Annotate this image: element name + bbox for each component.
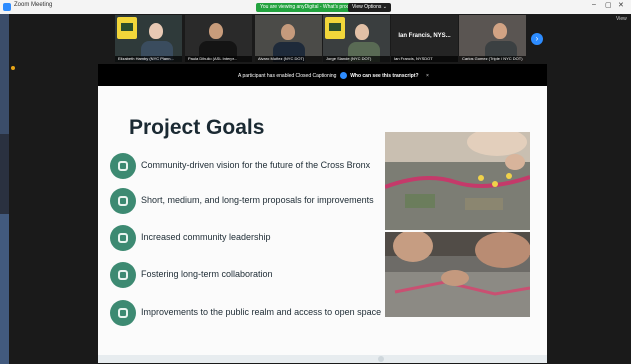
participant-tile[interactable]: Elizabeth Hamby (NYC Plann...: [115, 15, 182, 62]
organization-logo-icon: [325, 17, 345, 39]
goal-text: Fostering long-term collaboration: [141, 269, 273, 279]
participant-name: Elizabeth Hamby (NYC Plann...: [115, 56, 182, 62]
leadership-icon: [110, 225, 136, 251]
goal-text: Community-driven vision for the future o…: [141, 160, 371, 170]
participant-name: Alvaro Muñez (NYC DOT): [255, 56, 322, 62]
sidebar-video-strip: [0, 14, 9, 364]
slide-indicator-icon: [378, 356, 384, 362]
view-toggle[interactable]: View: [616, 16, 627, 22]
participant-tile[interactable]: Carlos Gomez (Triple / NYC DOT): [459, 15, 526, 62]
lightbulb-icon: [110, 188, 136, 214]
goal-text: Improvements to the public realm and acc…: [141, 307, 382, 317]
open-space-icon: [110, 300, 136, 326]
slide-title: Project Goals: [129, 116, 265, 139]
slide-bottom-bar: [98, 355, 547, 363]
minimize-button[interactable]: –: [592, 1, 596, 8]
participant-tile[interactable]: Alvaro Muñez (NYC DOT): [255, 15, 322, 62]
close-notice-icon[interactable]: ×: [426, 73, 429, 79]
goal-item: Short, medium, and long-term proposals f…: [110, 188, 374, 214]
participant-tile[interactable]: Ian Francis, NYS... Ian Francis, NYSDOT: [391, 15, 458, 62]
organization-logo-icon: [117, 17, 137, 39]
captioning-text: A participant has enabled Closed Caption…: [238, 73, 337, 79]
participant-name: Carlos Gomez (Triple / NYC DOT): [459, 56, 526, 62]
viewing-banner: You are viewing anyDigital - What's proc…: [256, 3, 361, 12]
captioning-notice: A participant has enabled Closed Caption…: [238, 72, 429, 81]
workshop-hands-photo: [385, 232, 530, 317]
zoom-logo-icon: [3, 3, 11, 11]
participant-name: Ian Francis, NYSDOT: [391, 56, 458, 62]
transcript-visibility-link[interactable]: Who can see this transcript?: [350, 73, 418, 79]
collaboration-icon: [110, 262, 136, 288]
participant-name: Paula Dihulio (ASL Interpr...: [185, 56, 252, 62]
goal-item: Fostering long-term collaboration: [110, 262, 370, 288]
participant-name: Jorge Slande (NYC DOT): [323, 56, 390, 62]
workshop-map-photo: [385, 132, 530, 230]
status-dot-icon: [11, 66, 15, 70]
goal-item: Increased community leadership: [110, 225, 370, 251]
participant-name-large: Ian Francis, NYS...: [398, 33, 451, 39]
view-options-button[interactable]: View Options ⌄: [348, 3, 391, 12]
shared-slide: Project Goals Community-driven vision fo…: [98, 86, 547, 363]
participant-tile[interactable]: Paula Dihulio (ASL Interpr...: [185, 15, 252, 62]
community-icon: [110, 153, 136, 179]
goal-item: Community-driven vision for the future o…: [110, 153, 370, 179]
goal-item: Improvements to the public realm and acc…: [110, 300, 381, 326]
next-page-arrow-icon[interactable]: ›: [531, 33, 543, 45]
window-title: Zoom Meeting: [14, 2, 53, 8]
maximize-button[interactable]: ▢: [605, 1, 612, 9]
goal-text: Short, medium, and long-term proposals f…: [141, 195, 374, 205]
participant-tile[interactable]: Jorge Slande (NYC DOT): [323, 15, 390, 62]
closed-caption-icon: [339, 72, 347, 80]
goal-text: Increased community leadership: [141, 232, 271, 242]
title-bar: Zoom Meeting You are viewing anyDigital …: [0, 0, 631, 14]
close-button[interactable]: ✕: [618, 1, 624, 9]
